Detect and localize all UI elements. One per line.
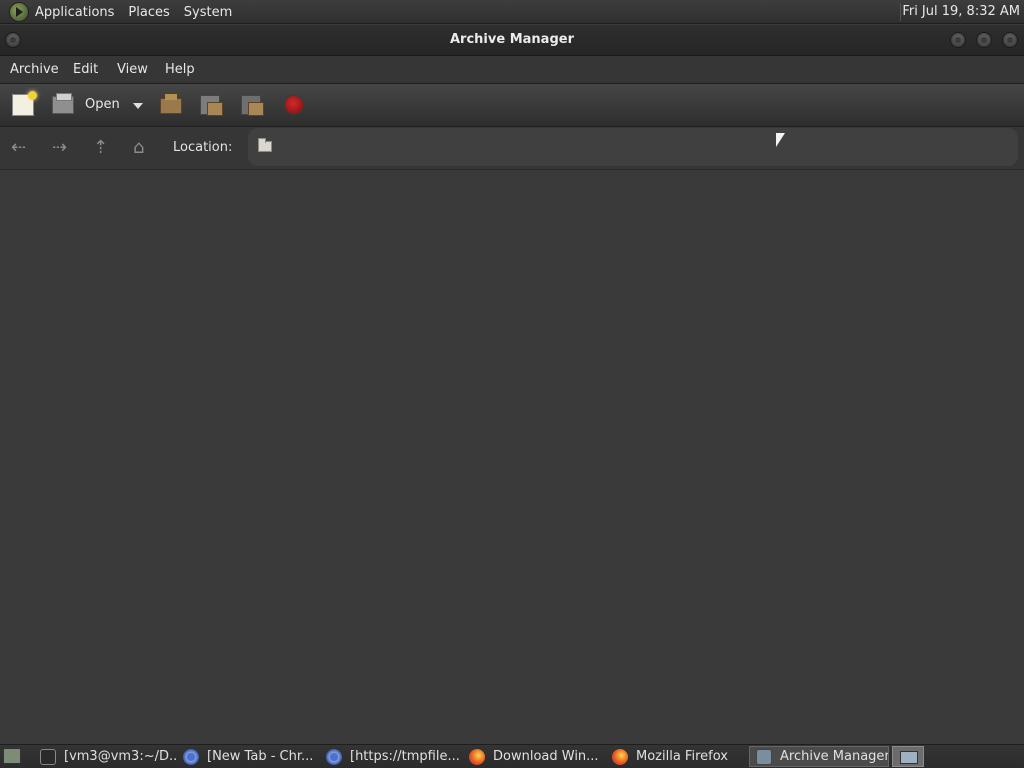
taskbar-item-firefox[interactable]: Mozilla Firefox — [606, 746, 748, 767]
taskbar-item-chrome-tmpfiles[interactable]: [https://tmpfile... — [320, 746, 462, 767]
bottom-panel: [vm3@vm3:~/D... [New Tab - Chr... [https… — [0, 744, 1024, 768]
show-desktop-icon[interactable] — [3, 748, 21, 764]
taskbar-item-label: [https://tmpfile... — [350, 749, 460, 764]
clock[interactable]: Fri Jul 19, 8:32 AM — [902, 4, 1020, 19]
toolbar: Open — [0, 84, 1024, 127]
menu-edit[interactable]: Edit — [73, 62, 98, 77]
top-panel: Applications Places System Fri Jul 19, 8… — [0, 0, 1024, 24]
home-icon[interactable]: ⌂ — [133, 137, 144, 158]
chrome-icon — [326, 748, 342, 765]
taskbar-item-label: Mozilla Firefox — [636, 749, 728, 764]
add-folder-icon[interactable] — [241, 95, 264, 116]
taskbar-item-label: [New Tab - Chr... — [207, 749, 314, 764]
taskbar-item-label: Download Win... — [493, 749, 599, 764]
taskbar-item-chrome-new-tab[interactable]: [New Tab - Chr... — [177, 746, 319, 767]
distro-logo-icon[interactable] — [9, 2, 29, 22]
up-icon[interactable]: ⇡ — [93, 137, 108, 158]
location-input[interactable] — [248, 128, 1018, 166]
new-archive-icon[interactable] — [12, 91, 37, 116]
menubar: Archive Edit View Help — [0, 56, 1024, 84]
top-panel-menu: Applications Places System — [0, 0, 246, 24]
window-title: Archive Manager — [450, 32, 574, 47]
menu-applications[interactable]: Applications — [35, 5, 114, 20]
terminal-icon — [40, 748, 56, 765]
taskbar-item-archive-manager[interactable]: Archive Manager — [749, 746, 889, 767]
archive-file-list[interactable] — [0, 170, 1024, 743]
forward-icon[interactable]: ⇢ — [52, 137, 67, 158]
panel-separator — [900, 3, 901, 21]
extract-icon[interactable] — [160, 94, 182, 114]
menu-places[interactable]: Places — [128, 5, 169, 20]
taskbar-item-label: [vm3@vm3:~/D... — [64, 749, 176, 764]
menu-view[interactable]: View — [117, 62, 148, 77]
mouse-cursor-icon — [776, 133, 785, 147]
location-label: Location: — [173, 140, 233, 155]
workspace-switcher-icon[interactable] — [892, 746, 924, 767]
menu-system[interactable]: System — [184, 5, 232, 20]
firefox-icon — [612, 748, 628, 765]
chrome-icon — [183, 748, 199, 765]
menu-help[interactable]: Help — [165, 62, 195, 77]
archive-manager-icon — [756, 748, 772, 765]
window-titlebar[interactable]: Archive Manager — [0, 25, 1024, 56]
open-button-label[interactable]: Open — [85, 97, 120, 112]
folder-icon — [258, 138, 272, 152]
firefox-icon — [469, 748, 485, 765]
stop-icon[interactable] — [284, 95, 304, 115]
close-icon[interactable] — [1002, 32, 1018, 48]
open-archive-icon[interactable] — [52, 93, 74, 114]
open-recent-dropdown-icon[interactable] — [133, 103, 143, 109]
minimize-icon[interactable] — [950, 32, 966, 48]
maximize-icon[interactable] — [976, 32, 992, 48]
taskbar-item-terminal[interactable]: [vm3@vm3:~/D... — [34, 746, 176, 767]
back-icon[interactable]: ⇠ — [11, 137, 26, 158]
menu-archive[interactable]: Archive — [10, 62, 59, 77]
add-files-icon[interactable] — [200, 95, 223, 116]
taskbar-item-label: Archive Manager — [780, 749, 889, 764]
taskbar-item-firefox-download[interactable]: Download Win... — [463, 746, 605, 767]
